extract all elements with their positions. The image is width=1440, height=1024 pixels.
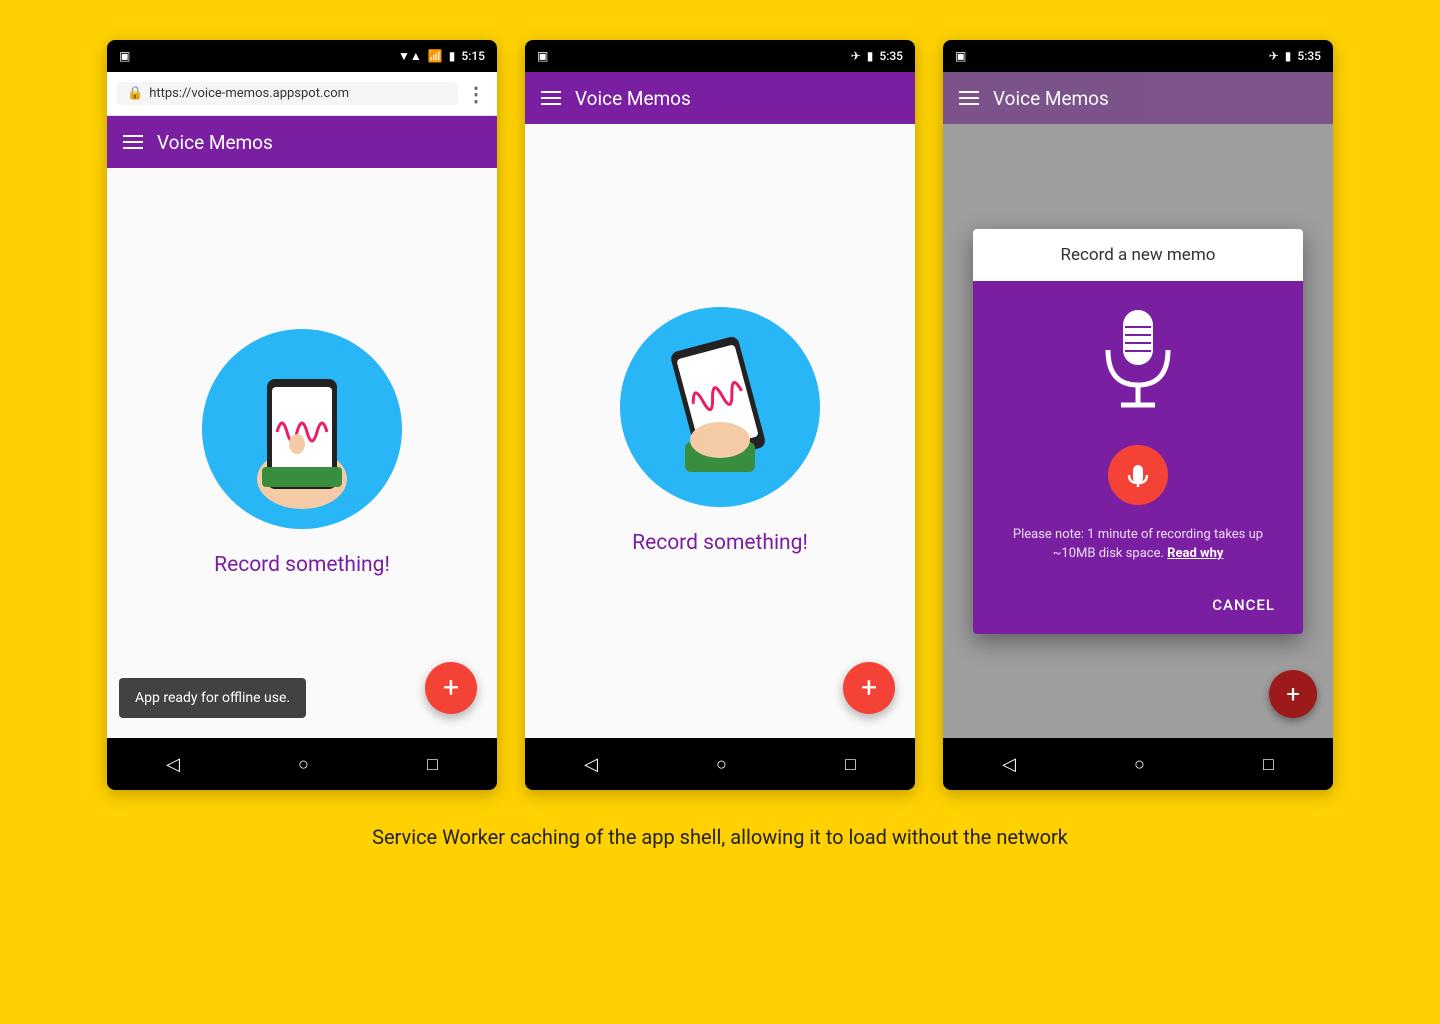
url-text: https://voice-memos.appspot.com [149,86,349,101]
fab-3-icon: + [1286,680,1300,708]
record-text-1: Record something! [214,553,390,577]
status-bar-3: ▣ ✈ ▮ 5:35 [943,40,1333,72]
dialog-body: Please note: 1 minute of recording takes… [973,281,1303,580]
snackbar-text: App ready for offline use. [135,690,290,706]
snackbar-1: App ready for offline use. [119,678,306,718]
phone2-notification-icon: ▣ [537,49,548,63]
mic-illustration [1093,305,1183,425]
back-button-1[interactable]: ◁ [146,746,200,783]
dialog-note-text: Please note: 1 minute of recording takes… [1013,527,1263,562]
phone1-signal-icon: 📶 [428,49,443,63]
phone3-battery-icon: ▮ [1285,49,1292,63]
phone2-content: Record something! + [525,124,915,738]
phone1-time: 5:15 [461,49,485,63]
home-button-3[interactable]: ○ [1114,746,1165,783]
dialog-actions: CANCEL [973,580,1303,634]
back-button-2[interactable]: ◁ [564,746,618,783]
phone3-airplane-icon: ✈ [1269,49,1279,63]
dialog-note: Please note: 1 minute of recording takes… [993,525,1283,564]
read-why-link[interactable]: Read why [1167,546,1223,561]
lock-icon: 🔒 [127,86,143,101]
phone2-svg [645,322,795,492]
phone1-content: Record something! App ready for offline … [107,168,497,738]
phone2-battery-icon: ▮ [867,49,874,63]
phone1-svg [232,349,372,509]
nav-bar-1: ◁ ○ □ [107,738,497,790]
recent-button-1[interactable]: □ [407,746,458,783]
phone1-illustration [202,329,402,529]
recent-button-3[interactable]: □ [1243,746,1294,783]
mic-svg [1093,305,1183,425]
phone-2: ▣ ✈ ▮ 5:35 Voice Memos [525,40,915,790]
record-button[interactable] [1108,445,1168,505]
status-bar-2: ▣ ✈ ▮ 5:35 [525,40,915,72]
page-caption: Service Worker caching of the app shell,… [372,822,1068,852]
browser-menu-icon[interactable]: ⋮ [466,82,487,106]
fab-1-icon: + [443,674,459,702]
back-button-3[interactable]: ◁ [982,746,1036,783]
phone1-wifi-icon: ▼▲ [398,49,422,63]
status-bar-1: ▣ ▼▲ 📶 ▮ 5:15 [107,40,497,72]
record-dialog: Record a new memo [973,229,1303,634]
app-bar-2: Voice Memos [525,72,915,124]
phone-3: ▣ ✈ ▮ 5:35 Voice Memos Record a new memo [943,40,1333,790]
phones-container: ▣ ▼▲ 📶 ▮ 5:15 🔒 https://voice-memos.apps… [107,40,1333,790]
home-button-1[interactable]: ○ [278,746,329,783]
app-title-3: Voice Memos [993,87,1109,110]
fab-1[interactable]: + [425,662,477,714]
app-title-1: Voice Memos [157,131,273,154]
app-bar-1: Voice Memos [107,116,497,168]
phone3-time: 5:35 [1297,49,1321,63]
phone2-time: 5:35 [879,49,903,63]
fab-2[interactable]: + [843,662,895,714]
phone2-illustration [620,307,820,507]
url-bar[interactable]: 🔒 https://voice-memos.appspot.com [117,82,458,105]
nav-bar-3: ◁ ○ □ [943,738,1333,790]
fab-3[interactable]: + [1269,670,1317,718]
hamburger-icon-3 [959,91,979,105]
home-button-2[interactable]: ○ [696,746,747,783]
browser-bar: 🔒 https://voice-memos.appspot.com ⋮ [107,72,497,116]
phone3-notification-icon: ▣ [955,49,966,63]
fab-2-icon: + [861,674,877,702]
nav-bar-2: ◁ ○ □ [525,738,915,790]
hamburger-icon-1[interactable] [123,135,143,149]
hamburger-icon-2[interactable] [541,91,561,105]
phone2-airplane-icon: ✈ [851,49,861,63]
mic-btn-icon [1124,461,1152,489]
phone-1: ▣ ▼▲ 📶 ▮ 5:15 🔒 https://voice-memos.apps… [107,40,497,790]
cancel-button[interactable]: CANCEL [1200,588,1287,622]
record-text-2: Record something! [632,531,808,555]
phone3-content: Record a new memo [943,124,1333,738]
recent-button-2[interactable]: □ [825,746,876,783]
phone1-battery-icon: ▮ [449,49,456,63]
app-bar-3: Voice Memos [943,72,1333,124]
dialog-title: Record a new memo [973,229,1303,281]
phone1-notification-icon: ▣ [119,49,130,63]
app-title-2: Voice Memos [575,87,691,110]
